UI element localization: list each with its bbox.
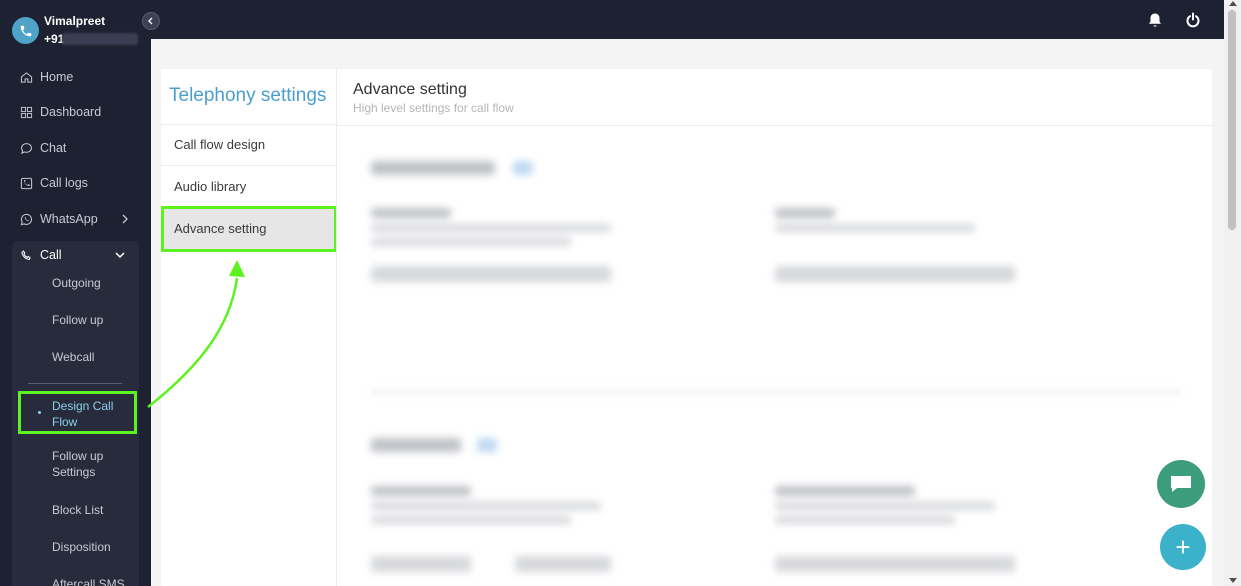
whatsapp-icon [20, 213, 32, 225]
subitem-label: Outgoing [52, 276, 101, 290]
active-dot [38, 411, 41, 414]
sidebar-item-call[interactable]: Call [0, 241, 127, 269]
settings-title: Telephony settings [169, 85, 327, 106]
sidebar-item-label: WhatsApp [40, 212, 98, 226]
settings-link-call-flow-design[interactable]: Call flow design [174, 137, 265, 152]
nav-divider [161, 124, 336, 125]
sidebar-item-home[interactable]: Home [0, 63, 151, 91]
sidebar-item-whatsapp[interactable]: WhatsApp [0, 205, 151, 233]
sidebar-item-label: Dashboard [40, 105, 102, 119]
user-profile[interactable]: Vimalpreet +91 [0, 0, 151, 50]
subitem-label: Disposition [52, 540, 111, 554]
phone-avatar-icon [12, 17, 39, 44]
blurred-settings-content [337, 126, 1213, 586]
subitem-label: Webcall [52, 350, 95, 364]
scroll-up-arrow-icon[interactable] [1229, 1, 1237, 6]
power-logout-icon[interactable] [1185, 12, 1201, 29]
advance-setting-panel: Advance setting High level settings for … [336, 69, 1213, 586]
notification-bell-icon[interactable] [1147, 12, 1163, 29]
home-icon [20, 71, 33, 83]
telephony-settings-nav: Telephony settings Call flow design Audi… [161, 69, 337, 586]
page-title: Advance setting [353, 81, 467, 98]
subitem-label: Follow up [52, 313, 104, 327]
sidebar-item-call-logs[interactable]: Call logs [0, 169, 151, 197]
sidebar-item-label: Chat [40, 141, 67, 155]
sidebar-item-label: Home [40, 70, 74, 84]
call-log-icon [20, 177, 33, 189]
top-bar [151, 0, 1224, 39]
nav-divider [161, 165, 336, 166]
collapse-sidebar-button[interactable] [142, 12, 160, 30]
chat-bubble-icon [1171, 476, 1191, 492]
sidebar-item-label: Call logs [40, 176, 88, 190]
scroll-thumb[interactable] [1228, 10, 1236, 230]
phone-icon [21, 249, 31, 260]
subitem-label: Aftercall SMS [52, 577, 125, 586]
phone-number-redacted [62, 33, 138, 45]
add-fab-button[interactable]: + [1160, 524, 1206, 570]
subitem-label: Design Call Flow [52, 399, 114, 429]
sidebar: Vimalpreet +91 Home Dashboard Chat Call … [0, 0, 151, 586]
chevron-down-icon [115, 252, 125, 259]
settings-link-audio-library[interactable]: Audio library [174, 179, 246, 194]
call-subitem-design-call-flow[interactable]: Design Call Flow [18, 391, 137, 434]
subitem-label: Follow up Settings [52, 449, 104, 479]
grid-icon [20, 106, 33, 118]
chat-fab-button[interactable] [1157, 460, 1205, 508]
subitem-label: Block List [52, 503, 104, 517]
page-scrollbar[interactable] [1224, 0, 1241, 586]
chat-icon [20, 142, 32, 154]
scroll-down-arrow-icon[interactable] [1229, 578, 1237, 583]
settings-link-label: Advance setting [174, 221, 267, 236]
chevron-left-icon [148, 17, 153, 25]
page-subtitle: High level settings for call flow [353, 101, 514, 115]
sidebar-item-label: Call [40, 248, 62, 262]
chevron-right-icon [122, 214, 128, 224]
submenu-divider [28, 383, 122, 384]
settings-link-advance-setting[interactable]: Advance setting [161, 206, 337, 252]
sidebar-item-dashboard[interactable]: Dashboard [0, 98, 151, 126]
plus-icon: + [1175, 531, 1191, 562]
user-name: Vimalpreet [44, 14, 106, 28]
sidebar-item-chat[interactable]: Chat [0, 134, 151, 162]
